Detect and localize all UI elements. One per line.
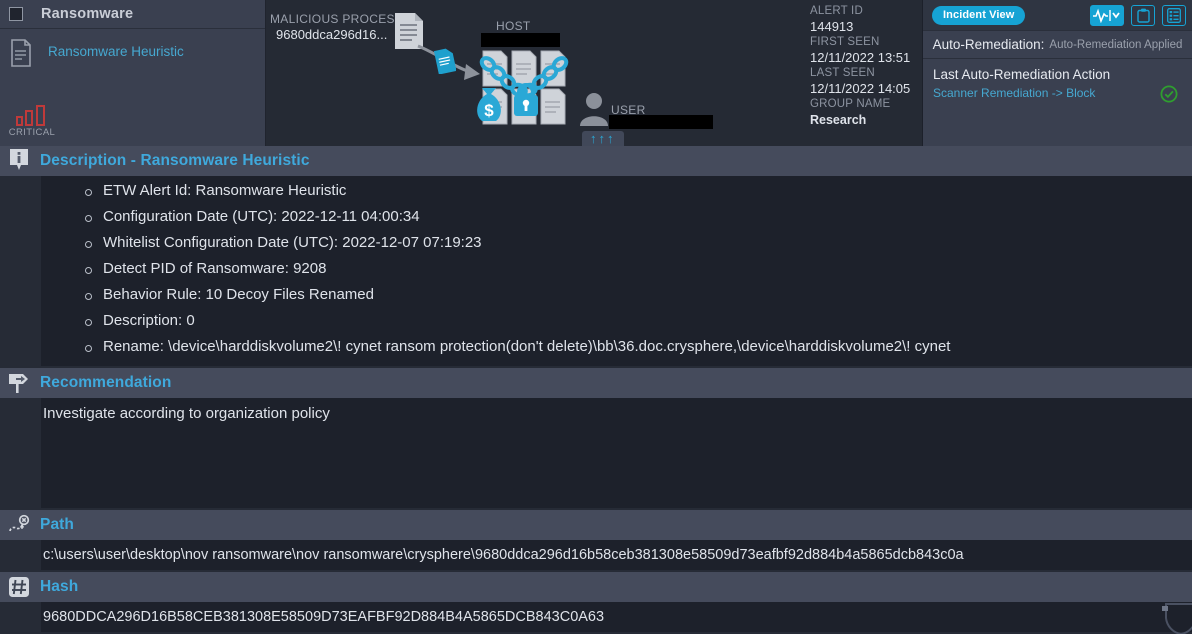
meta-key: LAST SEEN [810, 67, 875, 79]
toolbar-icon-group [1090, 4, 1186, 26]
incident-view-button[interactable]: Incident View [932, 5, 1026, 25]
clipboard-icon[interactable] [1131, 4, 1155, 26]
path-section: Path c:\users\user\desktop\nov ransomwar… [0, 510, 1192, 570]
path-title: Path [40, 516, 74, 533]
recommendation-title: Recommendation [40, 374, 172, 391]
attack-graph-panel[interactable]: MALICIOUS PROCESS 9680ddca296d16... HOST… [266, 0, 802, 146]
auto-remediation-status-row: Auto-Remediation: Auto-Remediation Appli… [923, 31, 1192, 59]
recommendation-text: Investigate according to organization po… [43, 405, 330, 422]
alert-name: Ransomware [41, 6, 134, 22]
severity-indicator: CRITICAL [6, 104, 58, 138]
meta-value: 12/11/2022 14:05 [810, 81, 911, 96]
recommendation-header: Recommendation [0, 368, 1192, 398]
svg-text:$: $ [484, 101, 494, 120]
user-value-redacted [609, 115, 713, 129]
description-item: Whitelist Configuration Date (UTC): 2022… [41, 230, 1192, 256]
meta-item: ALERT ID 144913 [810, 4, 922, 35]
info-icon [6, 148, 32, 174]
padlock-icon [511, 82, 541, 123]
recommendation-body: Investigate according to organization po… [41, 398, 1192, 508]
meta-item: FIRST SEEN 12/11/2022 13:51 [810, 35, 922, 66]
green-check-circle-icon [1160, 85, 1178, 108]
signpost-icon [6, 371, 32, 395]
path-value[interactable]: c:\users\user\desktop\nov ransomware\nov… [41, 547, 964, 563]
description-item: Rename: \device\harddiskvolume2\! cynet … [41, 334, 1192, 360]
last-remediation-action-block: Last Auto-Remediation Action Scanner Rem… [923, 59, 1192, 146]
severity-label: CRITICAL [8, 127, 56, 138]
meta-value: Research [810, 113, 867, 127]
meta-key: ALERT ID [810, 5, 863, 17]
malicious-file-icon [433, 46, 457, 79]
remediation-panel: Incident View Auto-Remediation: Auto-Rem… [923, 0, 1192, 146]
path-body: c:\users\user\desktop\nov ransomware\nov… [41, 540, 1192, 570]
hash-title: Hash [40, 578, 79, 595]
description-title: Description - Ransomware Heuristic [40, 152, 310, 169]
remediation-toolbar: Incident View [923, 0, 1192, 31]
description-header: Description - Ransomware Heuristic [0, 146, 1192, 176]
malicious-process-label: MALICIOUS PROCESS [270, 12, 404, 26]
host-label: HOST [496, 19, 531, 33]
meta-item: LAST SEEN 12/11/2022 14:05 [810, 66, 922, 97]
money-bag-icon: $ [472, 85, 506, 130]
description-item: Behavior Rule: 10 Decoy Files Renamed [41, 282, 1192, 308]
meta-key: GROUP NAME [810, 98, 891, 110]
alert-card-body: Ransomware Heuristic CRITICAL [0, 29, 265, 146]
description-body: ETW Alert Id: Ransomware Heuristic Config… [41, 176, 1192, 366]
last-action-header: Last Auto-Remediation Action [933, 67, 1111, 82]
meta-value: 144913 [810, 19, 854, 34]
meta-item: GROUP NAME Research [810, 97, 922, 128]
description-list: ETW Alert Id: Ransomware Heuristic Config… [41, 178, 1192, 360]
alert-select-checkbox[interactable] [9, 7, 23, 21]
checklist-icon[interactable] [1162, 4, 1186, 26]
hash-header: Hash [0, 572, 1192, 602]
meta-key: FIRST SEEN [810, 36, 880, 48]
hash-section: Hash 9680DDCA296D16B58CEB381308E58509D73… [0, 572, 1192, 632]
severity-bars-icon [6, 104, 58, 126]
hash-body: 9680DDCA296D16B58CEB381308E58509D73EAFBF… [41, 602, 1192, 632]
up-arrows-icon: ↑↑↑ [590, 131, 616, 146]
path-trace-icon [6, 513, 32, 537]
last-action-value[interactable]: Scanner Remediation -> Block [933, 86, 1182, 100]
meta-value: 12/11/2022 13:51 [810, 50, 911, 65]
alert-card-header: Ransomware [0, 0, 265, 29]
host-value-redacted [481, 33, 560, 47]
description-item: Configuration Date (UTC): 2022-12-11 04:… [41, 204, 1192, 230]
description-item: Detect PID of Ransomware: 9208 [41, 256, 1192, 282]
description-item: Description: 0 [41, 308, 1192, 334]
hash-icon [6, 576, 32, 598]
auto-remediation-value: Auto-Remediation Applied [1049, 38, 1183, 51]
user-avatar-icon [579, 92, 609, 131]
alert-subtype-label[interactable]: Ransomware Heuristic [48, 39, 184, 59]
hash-value[interactable]: 9680DDCA296D16B58CEB381308E58509D73EAFBF… [41, 609, 604, 625]
shield-icon [1152, 600, 1192, 634]
document-icon [10, 39, 32, 67]
alert-summary-row: Ransomware Ransomware Heuristic CRITICAL… [0, 0, 1192, 146]
path-header: Path [0, 510, 1192, 540]
activity-chart-dropdown-icon[interactable] [1090, 4, 1124, 26]
description-section: Description - Ransomware Heuristic ETW A… [0, 146, 1192, 366]
auto-remediation-label: Auto-Remediation: [932, 37, 1045, 52]
recommendation-section: Recommendation Investigate according to … [0, 368, 1192, 508]
description-item: ETW Alert Id: Ransomware Heuristic [41, 178, 1192, 204]
alert-subtype-row[interactable]: Ransomware Heuristic [0, 39, 265, 67]
alert-metadata: ALERT ID 144913 FIRST SEEN 12/11/2022 13… [802, 0, 923, 146]
malicious-process-value: 9680ddca296d16... [276, 27, 388, 42]
alert-card[interactable]: Ransomware Ransomware Heuristic CRITICAL [0, 0, 266, 146]
expand-up-arrows-button[interactable]: ↑↑↑ [582, 131, 624, 146]
